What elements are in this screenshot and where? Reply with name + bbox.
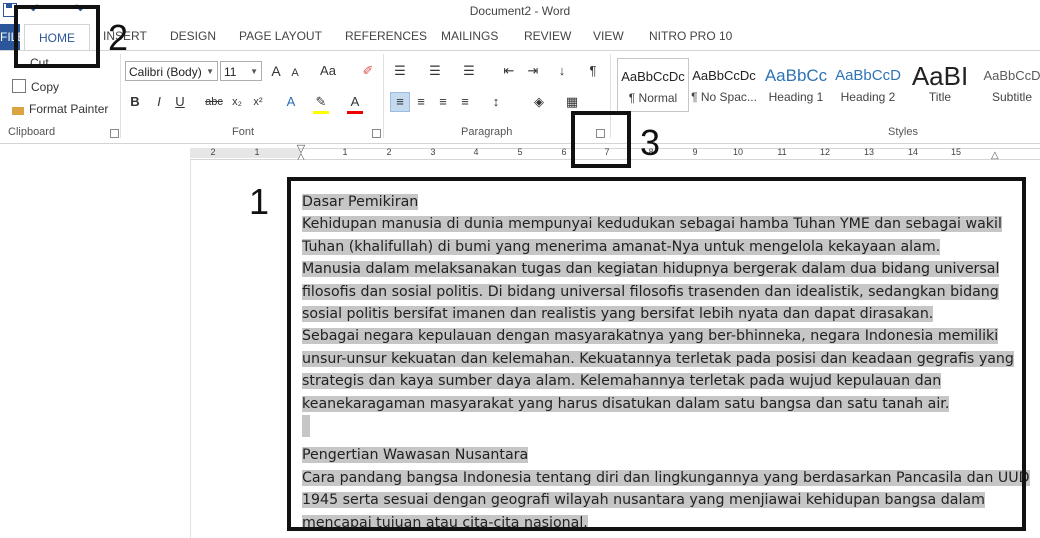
superscript-button[interactable]: x² <box>250 93 266 111</box>
style-preview: AaBbCc <box>764 66 828 85</box>
style-preview: AaBbCcDc <box>692 68 756 83</box>
style-title[interactable]: AaBI Title <box>905 58 975 110</box>
text-effects-icon[interactable]: A <box>283 93 299 111</box>
highlight-color-icon[interactable]: ✎ <box>313 93 329 114</box>
ruler-number: 12 <box>819 147 830 157</box>
font-group-label: Font <box>232 126 255 138</box>
annotation-box-home-tab <box>14 5 100 68</box>
font-color-icon[interactable]: A <box>347 93 363 114</box>
style-preview: AaBbCcD <box>983 68 1040 83</box>
style-preview: AaBbCcDc <box>621 69 685 84</box>
paragraph-group-label: Paragraph <box>461 126 513 138</box>
navigation-pane <box>0 160 191 538</box>
style-name: Heading 1 <box>768 90 824 104</box>
format-painter-button[interactable]: Format Painter <box>12 102 108 116</box>
font-name-combo[interactable]: Calibri (Body) ▼ <box>125 61 218 81</box>
font-size-combo[interactable]: 11 ▼ <box>220 61 262 81</box>
copy-label: Copy <box>31 80 60 94</box>
multilevel-list-icon[interactable]: ☰ <box>460 62 478 80</box>
style-name: Heading 2 <box>840 90 896 104</box>
tab-review[interactable]: REVIEW <box>524 29 571 43</box>
ruler-number: 1 <box>342 147 348 157</box>
tab-nitro-pro[interactable]: NITRO PRO 10 <box>649 29 732 43</box>
font-name-value: Calibri (Body) <box>129 65 202 79</box>
style-heading-2[interactable]: AaBbCcD Heading 2 <box>833 58 903 110</box>
line-spacing-icon[interactable]: ↕ <box>487 93 505 111</box>
decrease-indent-icon[interactable]: ⇤ <box>500 62 518 80</box>
bullets-icon[interactable]: ☰ <box>391 62 409 80</box>
styles-group-label: Styles <box>888 126 918 138</box>
numbering-icon[interactable]: ☰ <box>426 62 444 80</box>
copy-icon <box>12 79 26 93</box>
bold-button[interactable]: B <box>128 93 142 111</box>
ruler-number: 9 <box>692 147 698 157</box>
tab-page-layout[interactable]: PAGE LAYOUT <box>239 29 322 43</box>
subscript-button[interactable]: x₂ <box>229 93 245 111</box>
group-divider <box>120 54 121 138</box>
ruler-number: 11 <box>777 147 787 157</box>
format-painter-icon <box>12 107 24 115</box>
style-preview: AaBbCcD <box>835 67 901 84</box>
ruler-number: 1 <box>254 147 260 157</box>
font-dialog-launcher[interactable] <box>372 129 381 138</box>
italic-button[interactable]: I <box>152 93 166 111</box>
ruler-number: 2 <box>386 147 392 157</box>
annotation-number-1: 1 <box>249 181 270 222</box>
ruler-number: 5 <box>517 147 523 157</box>
underline-button[interactable]: U <box>173 93 187 111</box>
style-normal[interactable]: AaBbCcDc ¶ Normal <box>617 58 689 112</box>
group-divider <box>383 54 384 138</box>
annotation-number-3: 3 <box>640 122 661 163</box>
ruler-number: 15 <box>950 147 961 157</box>
show-formatting-button[interactable]: ¶ <box>584 62 602 80</box>
style-no-spacing[interactable]: AaBbCcDc ¶ No Spac... <box>689 58 759 110</box>
ruler-number: 13 <box>863 147 874 157</box>
style-heading-1[interactable]: AaBbCc Heading 1 <box>761 58 831 110</box>
align-left-icon[interactable]: ≡ <box>390 92 410 112</box>
clipboard-dialog-launcher[interactable] <box>110 129 119 138</box>
copy-button[interactable]: Copy <box>12 79 59 94</box>
ruler-number: 4 <box>473 147 479 157</box>
change-case-button[interactable]: Aa <box>314 62 342 80</box>
shading-icon[interactable]: ◈ <box>530 93 548 111</box>
style-name: ¶ Normal <box>628 91 678 105</box>
borders-icon[interactable]: ▦ <box>563 93 581 111</box>
chevron-down-icon: ▼ <box>250 67 258 76</box>
annotation-number-2: 2 <box>108 17 129 58</box>
ruler-number: 3 <box>430 147 436 157</box>
style-name: Subtitle <box>991 90 1033 104</box>
ruler-number: 10 <box>732 147 743 157</box>
indent-marker-icon[interactable]: ▽ △ <box>295 144 307 163</box>
tab-view[interactable]: VIEW <box>593 29 624 43</box>
sort-icon[interactable]: ↓ <box>553 62 571 80</box>
chevron-down-icon: ▼ <box>206 67 214 76</box>
tab-design[interactable]: DESIGN <box>170 29 216 43</box>
ruler-number: 2 <box>210 147 216 157</box>
style-preview: AaBI <box>911 61 969 90</box>
clipboard-group-label: Clipboard <box>8 126 56 138</box>
increase-indent-icon[interactable]: ⇥ <box>524 62 542 80</box>
annotation-box-document <box>287 177 1026 531</box>
style-name: ¶ No Spac... <box>691 90 757 104</box>
annotation-box-paragraph-launcher <box>571 111 631 168</box>
window-title: Document2 - Word <box>469 4 571 18</box>
justify-icon[interactable]: ≡ <box>456 93 474 111</box>
style-name: Title <box>928 90 952 104</box>
font-size-value: 11 <box>224 65 237 79</box>
ruler-number: 14 <box>907 147 918 157</box>
strikethrough-button[interactable]: abc <box>203 93 225 111</box>
tab-mailings[interactable]: MAILINGS <box>441 29 498 43</box>
tab-references[interactable]: REFERENCES <box>345 29 427 43</box>
align-right-icon[interactable]: ≡ <box>434 93 452 111</box>
shrink-font-button[interactable]: A <box>289 64 301 82</box>
clear-formatting-icon[interactable]: ✐ <box>359 62 377 80</box>
style-subtitle[interactable]: AaBbCcD Subtitle <box>977 58 1040 110</box>
ruler-number: 6 <box>561 147 567 157</box>
grow-font-button[interactable]: A <box>269 62 283 80</box>
align-center-icon[interactable]: ≡ <box>412 93 430 111</box>
format-painter-label: Format Painter <box>29 102 109 116</box>
